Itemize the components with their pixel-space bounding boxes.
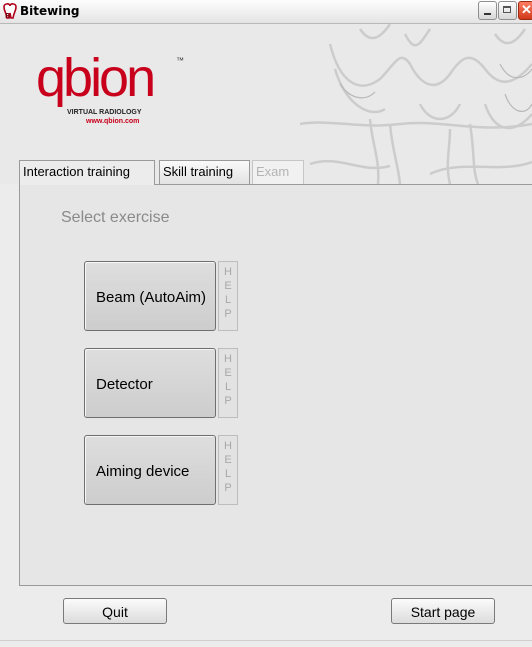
tab-interaction-training[interactable]: Interaction training — [19, 160, 155, 185]
qbion-logo: qbion ™ VIRTUAL RADIOLOGY www.qbion.com — [36, 48, 184, 125]
title-bar: R Bitewing — [0, 0, 532, 24]
exercise-aiming-device-button[interactable]: Aiming device — [84, 435, 216, 505]
tooth-icon: R — [3, 3, 17, 19]
help-aiming-device-button[interactable]: H E L P — [218, 435, 238, 505]
svg-text:R: R — [5, 12, 11, 19]
close-button[interactable] — [518, 1, 532, 20]
exercise-beam-button[interactable]: Beam (AutoAim) — [84, 261, 216, 331]
exercise-detector-button[interactable]: Detector — [84, 348, 216, 418]
maximize-button[interactable] — [498, 1, 517, 20]
xray-background-image — [300, 24, 532, 184]
logo-subtitle: VIRTUAL RADIOLOGY — [67, 109, 142, 116]
start-page-button[interactable]: Start page — [391, 598, 495, 624]
tab-skill-training[interactable]: Skill training — [159, 160, 250, 184]
logo-trademark: ™ — [176, 56, 184, 65]
logo-url: www.qbion.com — [86, 118, 140, 125]
quit-button[interactable]: Quit — [63, 598, 167, 624]
select-exercise-label: Select exercise — [61, 209, 170, 226]
window-title: Bitewing — [20, 4, 80, 18]
exercise-panel: Select exercise Beam (AutoAim) H E L P D… — [19, 184, 532, 586]
help-beam-button[interactable]: H E L P — [218, 261, 238, 331]
help-detector-button[interactable]: H E L P — [218, 348, 238, 418]
minimize-button[interactable] — [478, 1, 497, 20]
tab-exam: Exam — [252, 160, 304, 184]
logo-wordmark: qbion — [36, 48, 156, 108]
